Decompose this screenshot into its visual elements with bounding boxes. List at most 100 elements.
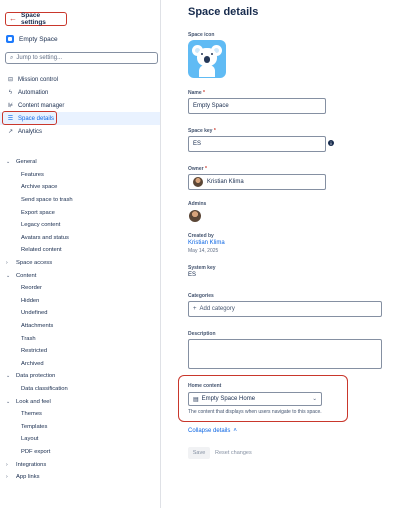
sidebar-item-analytics[interactable]: ↗ Analytics bbox=[0, 125, 160, 138]
tree-item-layout[interactable]: Layout bbox=[0, 433, 160, 446]
chevron-down-icon: ⌄ bbox=[6, 373, 11, 380]
sidebar-item-label: Mission control bbox=[18, 76, 59, 83]
name-field[interactable]: Empty Space bbox=[188, 98, 326, 114]
required-mark: * bbox=[213, 128, 216, 134]
koala-nose bbox=[204, 56, 210, 63]
tree-group-look-and-feel[interactable]: ⌄ Look and feel bbox=[0, 395, 160, 408]
mission-control-icon: ⊟ bbox=[7, 77, 14, 83]
tree-item-themes[interactable]: Themes bbox=[0, 408, 160, 421]
required-mark: * bbox=[204, 166, 207, 172]
system-key-label: System key bbox=[188, 265, 216, 271]
chevron-right-icon: › bbox=[6, 474, 8, 481]
tree-item-trash[interactable]: Trash bbox=[0, 332, 160, 345]
chevron-up-icon: ˄ bbox=[233, 428, 237, 434]
collapse-label: Collapse details bbox=[188, 428, 231, 434]
description-label: Description bbox=[188, 331, 216, 337]
tree-item-archive-space[interactable]: Archive space bbox=[0, 181, 160, 194]
created-date: May 14, 2025 bbox=[188, 248, 219, 254]
tree-item-templates[interactable]: Templates bbox=[0, 420, 160, 433]
chevron-right-icon: › bbox=[6, 260, 8, 267]
owner-label: Owner * bbox=[188, 166, 207, 172]
home-content-value: Empty Space Home bbox=[201, 396, 256, 402]
chevron-down-icon: ⌄ bbox=[6, 272, 11, 279]
space-key-label: Space key * bbox=[188, 128, 216, 134]
categories-label: Categories bbox=[188, 293, 214, 299]
tree-group-label: Space access bbox=[16, 260, 53, 267]
settings-tree: ⌄ General Features Archive space Send spa… bbox=[0, 156, 160, 483]
tree-group-app-links[interactable]: › App links bbox=[0, 471, 160, 484]
owner-field[interactable]: Kristian Klima bbox=[188, 174, 326, 190]
add-category-label: Add category bbox=[199, 306, 235, 312]
tree-item-export-space[interactable]: Export space bbox=[0, 206, 160, 219]
name-value: Empty Space bbox=[193, 103, 229, 109]
koala-eye-left bbox=[201, 53, 203, 55]
sidebar-nav: ⊟ Mission control ϟ Automation ⊯ Content… bbox=[0, 73, 160, 138]
back-to-space-settings-button[interactable]: ← Space settings bbox=[5, 12, 67, 26]
tree-item-avatars-status[interactable]: Avatars and status bbox=[0, 232, 160, 245]
highlight-outline bbox=[2, 111, 57, 125]
tree-group-integrations[interactable]: › Integrations bbox=[0, 458, 160, 471]
reset-changes-button[interactable]: Reset changes bbox=[215, 447, 252, 459]
tree-item-hidden[interactable]: Hidden bbox=[0, 295, 160, 308]
tree-item-pdf-export[interactable]: PDF export bbox=[0, 446, 160, 459]
sidebar-item-automation[interactable]: ϟ Automation bbox=[0, 86, 160, 99]
owner-avatar bbox=[193, 177, 203, 187]
admin-avatar[interactable] bbox=[189, 210, 201, 222]
tree-item-legacy-content[interactable]: Legacy content bbox=[0, 219, 160, 232]
space-key-field[interactable]: ES bbox=[188, 136, 326, 152]
collapse-details-button[interactable]: Collapse details ˄ bbox=[188, 428, 237, 434]
save-button[interactable]: Save bbox=[188, 447, 210, 459]
koala-eye-right bbox=[211, 53, 213, 55]
sidebar-item-mission-control[interactable]: ⊟ Mission control bbox=[0, 73, 160, 86]
sidebar: ← Space settings Empty Space ⌕ Jump to s… bbox=[0, 0, 161, 508]
tree-group-content[interactable]: ⌄ Content bbox=[0, 269, 160, 282]
content-manager-icon: ⊯ bbox=[7, 103, 14, 109]
tree-group-space-access[interactable]: › Space access bbox=[0, 257, 160, 270]
space-name[interactable]: Empty Space bbox=[6, 35, 58, 43]
description-field[interactable] bbox=[188, 339, 382, 369]
home-content-label: Home content bbox=[188, 383, 222, 389]
tree-group-label: Content bbox=[16, 272, 37, 279]
required-mark: * bbox=[203, 90, 205, 96]
sidebar-item-label: Analytics bbox=[18, 128, 43, 135]
owner-value: Kristian Klima bbox=[207, 179, 244, 185]
tree-item-send-to-trash[interactable]: Send space to trash bbox=[0, 194, 160, 207]
koala-body bbox=[199, 65, 215, 77]
tree-item-restricted[interactable]: Restricted bbox=[0, 345, 160, 358]
tree-item-features[interactable]: Features bbox=[0, 169, 160, 182]
space-key-label-text: Space key bbox=[188, 128, 213, 134]
space-logo-icon bbox=[6, 35, 14, 43]
page-title: Space details bbox=[188, 6, 259, 18]
chevron-right-icon: › bbox=[6, 461, 8, 468]
tree-group-general[interactable]: ⌄ General bbox=[0, 156, 160, 169]
tree-item-undefined[interactable]: Undefined bbox=[0, 307, 160, 320]
tree-item-attachments[interactable]: Attachments bbox=[0, 320, 160, 333]
page-icon: ▤ bbox=[193, 396, 199, 403]
arrow-left-icon: ← bbox=[9, 14, 17, 23]
tree-group-label: General bbox=[16, 159, 37, 166]
space-icon-koala[interactable] bbox=[188, 40, 226, 78]
settings-search-input[interactable]: ⌕ Jump to setting... bbox=[5, 52, 158, 64]
tree-group-label: App links bbox=[16, 474, 40, 481]
tree-item-data-classification[interactable]: Data classification bbox=[0, 383, 160, 396]
owner-label-text: Owner bbox=[188, 166, 204, 172]
created-by-link[interactable]: Kristian Klima bbox=[188, 240, 225, 246]
home-content-help: The content that displays when users nav… bbox=[188, 409, 322, 415]
categories-field[interactable]: + Add category bbox=[188, 301, 382, 317]
search-icon: ⌕ bbox=[10, 54, 14, 61]
tree-group-data-protection[interactable]: ⌄ Data protection bbox=[0, 370, 160, 383]
chevron-down-icon: ⌄ bbox=[312, 396, 317, 402]
tree-group-label: Look and feel bbox=[16, 398, 51, 405]
tree-item-archived[interactable]: Archived bbox=[0, 358, 160, 371]
space-name-label: Empty Space bbox=[19, 35, 58, 43]
tree-item-related-content[interactable]: Related content bbox=[0, 244, 160, 257]
main-content: Space details Space icon Name * Empty Sp… bbox=[162, 0, 419, 508]
admins-label: Admins bbox=[188, 201, 207, 207]
tree-group-label: Integrations bbox=[16, 461, 47, 468]
system-key-value: ES bbox=[188, 272, 197, 278]
home-content-select[interactable]: ▤ Empty Space Home ⌄ bbox=[188, 392, 322, 406]
created-by-label: Created by bbox=[188, 233, 214, 239]
plus-icon: + bbox=[193, 306, 197, 312]
tree-item-reorder[interactable]: Reorder bbox=[0, 282, 160, 295]
info-icon[interactable]: i bbox=[328, 140, 334, 146]
